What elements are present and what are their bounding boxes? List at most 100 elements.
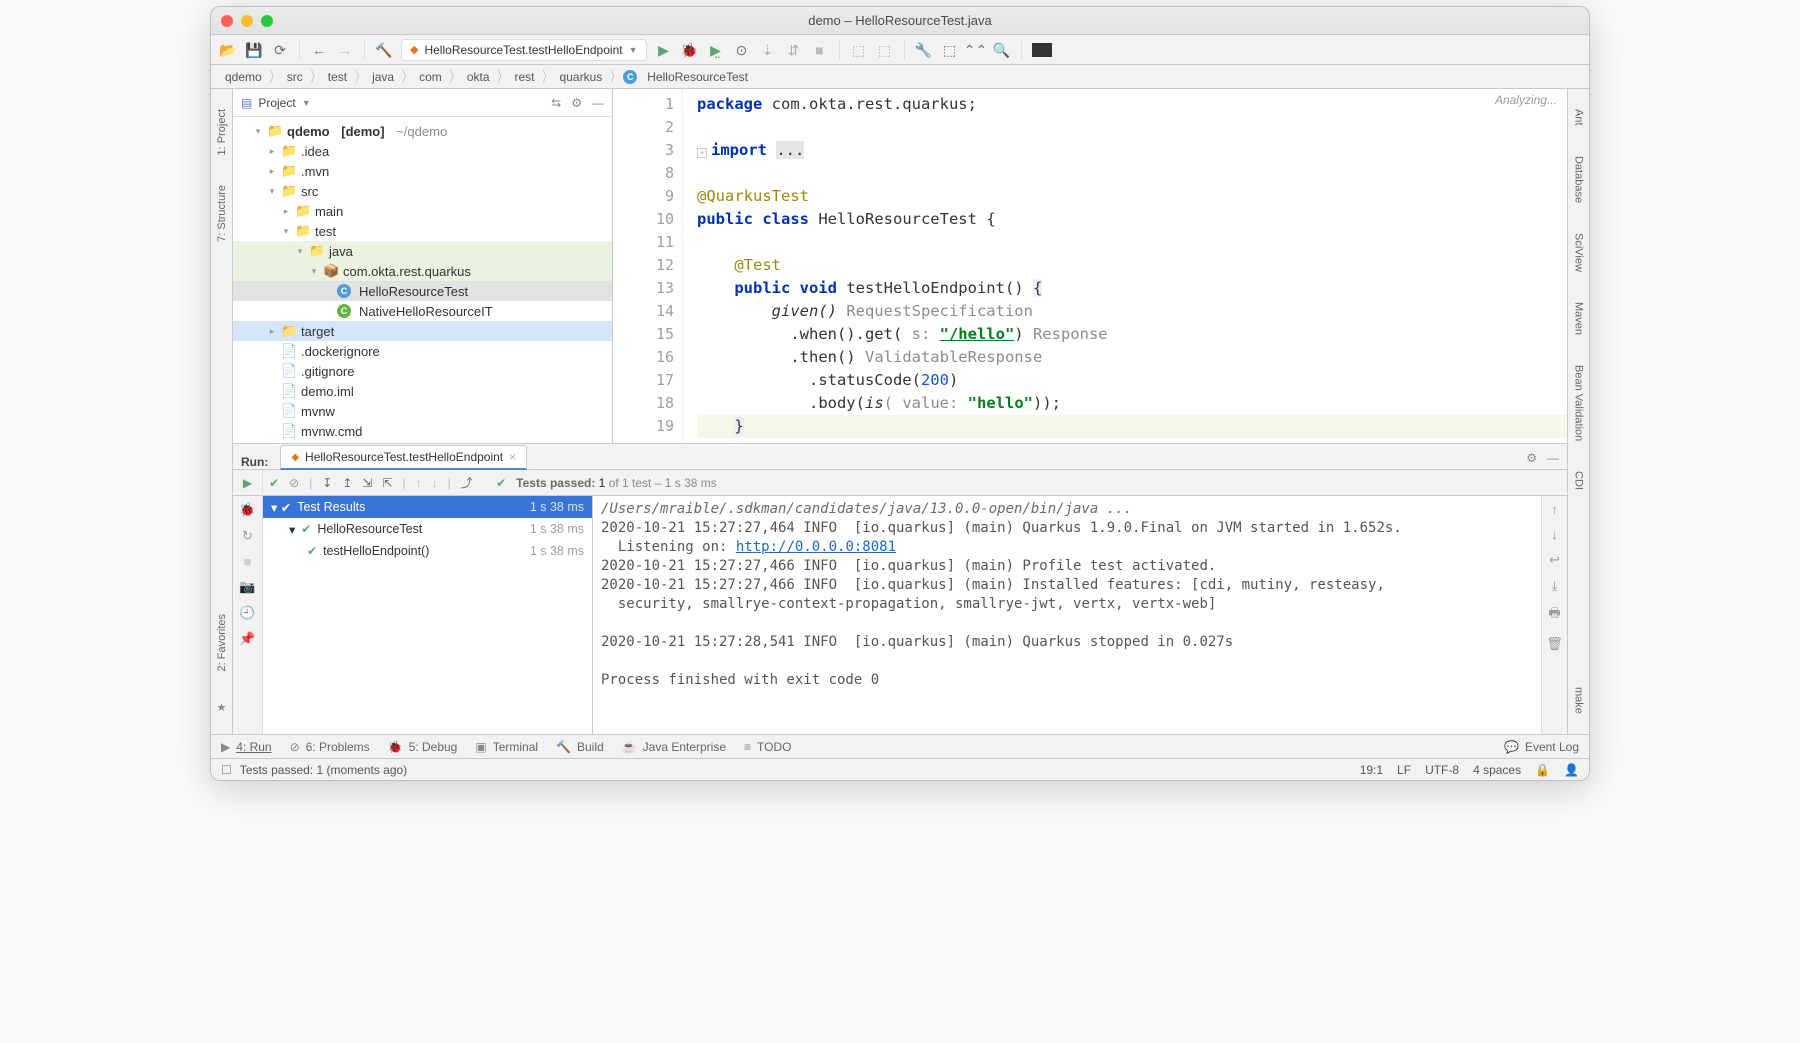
scroll-icon[interactable]: ⤓ xyxy=(1552,578,1558,594)
test-class-row[interactable]: ▾✔HelloResourceTest1 s 38 ms xyxy=(263,518,592,540)
beanvalidation-tab[interactable]: Bean Validation xyxy=(1573,365,1585,441)
search-icon[interactable]: 🔍 xyxy=(993,41,1011,59)
tree-file[interactable]: CNativeHelloResourceIT xyxy=(233,301,612,321)
fold-icon[interactable]: + xyxy=(697,148,707,158)
project-tab[interactable]: 1: Project xyxy=(216,109,228,155)
code-region[interactable]: package com.okta.rest.quarkus; +import .… xyxy=(683,89,1567,443)
rerun-icon[interactable]: ▶ xyxy=(243,476,252,490)
debug-icon[interactable]: 🐞 xyxy=(239,502,255,518)
zoom-icon[interactable] xyxy=(261,15,273,27)
expand-icon[interactable]: ⇲ xyxy=(362,476,372,490)
sciview-tab[interactable]: SciView xyxy=(1573,233,1585,272)
tree-folder[interactable]: ▸📁.mvn xyxy=(233,161,612,181)
structure-tab[interactable]: 7: Structure xyxy=(216,185,228,242)
clear-icon[interactable]: 🗑 xyxy=(1546,636,1563,652)
sort-icon[interactable]: ↧ xyxy=(322,476,332,490)
close-icon[interactable] xyxy=(221,15,233,27)
java-ee-tab[interactable]: ☕Java Enterprise xyxy=(622,740,726,754)
chevron-down-icon[interactable]: ▼ xyxy=(302,98,311,108)
crumb[interactable]: rest xyxy=(511,68,539,86)
terminal-icon[interactable] xyxy=(1032,43,1052,57)
vcs-update-icon[interactable]: ⬚ xyxy=(850,41,868,59)
gear-icon[interactable]: ⚙ xyxy=(571,96,582,110)
run-config-dropdown[interactable]: ◆ HelloResourceTest.testHelloEndpoint ▼ xyxy=(401,39,647,61)
run-tab[interactable]: ▶4: Run xyxy=(221,740,272,754)
print-icon[interactable]: 🖶 xyxy=(1548,604,1560,626)
tree-folder-java[interactable]: ▾📁java xyxy=(233,241,612,261)
tree-file[interactable]: 📄mvnw.cmd xyxy=(233,421,612,441)
tree-folder[interactable]: ▾📁src xyxy=(233,181,612,201)
terminal-tab[interactable]: ▣Terminal xyxy=(475,740,538,754)
pin-icon[interactable]: 📌 xyxy=(239,631,255,647)
run-tab[interactable]: ◆ HelloResourceTest.testHelloEndpoint × xyxy=(280,445,527,470)
cursor-pos[interactable]: 19:1 xyxy=(1360,763,1383,777)
services-icon[interactable]: ⇵ xyxy=(785,41,803,59)
debug-icon[interactable]: 🐞 xyxy=(681,41,699,59)
stop-icon[interactable]: ■ xyxy=(244,554,252,569)
hide-icon[interactable]: — xyxy=(1547,451,1559,465)
crumb[interactable]: test xyxy=(324,68,351,86)
crumb[interactable]: okta xyxy=(463,68,494,86)
code-editor[interactable]: Analyzing... 1 2 3 8 9 10 11 12 13 14 15… xyxy=(613,89,1567,443)
profile-icon[interactable]: ⊙ xyxy=(733,41,751,59)
make-tab[interactable]: make xyxy=(1573,687,1585,714)
filter-icon[interactable]: ⊘ xyxy=(289,476,299,490)
hide-icon[interactable]: — xyxy=(592,96,604,110)
close-icon[interactable]: × xyxy=(509,450,516,464)
todo-tab[interactable]: ≡TODO xyxy=(744,740,791,754)
softwrap-icon[interactable]: ↩ xyxy=(1549,552,1560,568)
favorites-tab[interactable]: 2: Favorites xyxy=(216,614,228,671)
crumb[interactable]: src xyxy=(283,68,307,86)
down-icon[interactable]: ↓ xyxy=(1551,527,1558,542)
tree-folder-target[interactable]: ▸📁target xyxy=(233,321,612,341)
forward-icon[interactable]: → xyxy=(336,41,354,59)
crumb[interactable]: qdemo xyxy=(221,68,266,86)
export-icon[interactable]: ⤴ xyxy=(461,474,473,491)
build-icon[interactable]: 🔨 xyxy=(375,41,393,59)
history-icon[interactable]: 🕘 xyxy=(239,605,255,621)
up-icon[interactable]: ↑ xyxy=(1551,502,1558,517)
tree-root[interactable]: ▾📁qdemo [demo] ~/qdemo xyxy=(233,121,612,141)
lock-icon[interactable]: 🔒 xyxy=(1535,763,1550,777)
tree-folder[interactable]: ▸📁.idea xyxy=(233,141,612,161)
crumb[interactable]: HelloResourceTest xyxy=(643,68,752,86)
prev-icon[interactable]: ↑ xyxy=(416,476,422,490)
tree-folder[interactable]: ▸📁main xyxy=(233,201,612,221)
crumb[interactable]: com xyxy=(415,68,446,86)
collapse-icon[interactable]: ⇆ xyxy=(551,96,561,110)
ant-tab[interactable]: Ant xyxy=(1573,109,1585,126)
wrench-icon[interactable]: 🔧 xyxy=(915,41,933,59)
tree-folder[interactable]: ▾📁test xyxy=(233,221,612,241)
sort-icon[interactable]: ↥ xyxy=(342,476,352,490)
indent-indicator[interactable]: 4 spaces xyxy=(1473,763,1521,777)
encoding-indicator[interactable]: UTF-8 xyxy=(1425,763,1459,777)
tree-file[interactable]: 📄mvnw xyxy=(233,401,612,421)
check-icon[interactable]: ✔ xyxy=(269,476,279,490)
rerun-failed-icon[interactable]: ↻ xyxy=(242,528,253,544)
coverage-icon[interactable]: ▶̤ xyxy=(707,41,725,59)
next-icon[interactable]: ↓ xyxy=(432,476,438,490)
crumb[interactable]: quarkus xyxy=(556,68,607,86)
title-bar[interactable]: demo – HelloResourceTest.java xyxy=(211,7,1589,35)
tree-file[interactable]: 📄demo.iml xyxy=(233,381,612,401)
save-icon[interactable]: 💾 xyxy=(245,41,263,59)
attach-icon[interactable]: ⇣ xyxy=(759,41,777,59)
project-tree[interactable]: ▾📁qdemo [demo] ~/qdemo ▸📁.idea ▸📁.mvn ▾📁… xyxy=(233,117,612,443)
cdi-tab[interactable]: CDI xyxy=(1573,471,1585,490)
test-results-root[interactable]: ▾ ✔Test Results1 s 38 ms xyxy=(263,496,592,518)
camera-icon[interactable]: 📷 xyxy=(239,579,255,595)
eol-indicator[interactable]: LF xyxy=(1397,763,1411,777)
test-method-row[interactable]: ✔testHelloEndpoint()1 s 38 ms xyxy=(263,540,592,562)
structure-icon[interactable]: ⬚ xyxy=(941,41,959,59)
event-log-tab[interactable]: 💬Event Log xyxy=(1504,740,1579,754)
run-icon[interactable]: ▶ xyxy=(655,41,673,59)
vcs-commit-icon[interactable]: ⬚ xyxy=(876,41,894,59)
test-tree[interactable]: ▾ ✔Test Results1 s 38 ms ▾✔HelloResource… xyxy=(263,496,593,734)
inspector-icon[interactable]: 👤 xyxy=(1564,763,1579,777)
problems-tab[interactable]: ⊘6: Problems xyxy=(290,740,370,754)
minimize-icon[interactable] xyxy=(241,15,253,27)
tree-package[interactable]: ▾📦com.okta.rest.quarkus xyxy=(233,261,612,281)
refresh-icon[interactable]: ⟳ xyxy=(271,41,289,59)
crumb[interactable]: java xyxy=(368,68,398,86)
gear-icon[interactable]: ⚙ xyxy=(1526,451,1537,465)
